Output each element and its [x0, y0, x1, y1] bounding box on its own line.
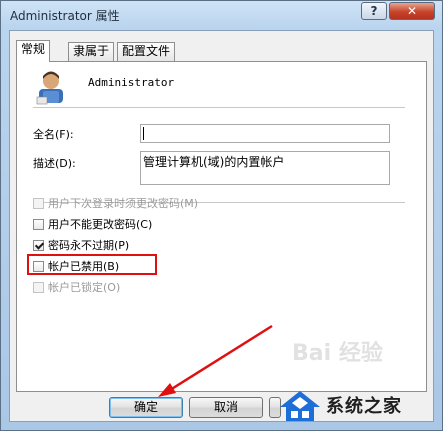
fullname-input[interactable] — [140, 124, 390, 143]
checkbox-box[interactable] — [33, 197, 44, 209]
description-label: 描述(D): — [33, 157, 76, 170]
site-watermark: 系统之家 — [278, 382, 438, 428]
checkbox-password-never-expires[interactable]: 密码永不过期(P) — [33, 237, 129, 253]
checkbox-box[interactable] — [33, 218, 44, 230]
tab-profile[interactable]: 配置文件 — [117, 42, 176, 61]
tab-member-of[interactable]: 隶属于 — [68, 42, 115, 61]
system-home-logo-icon — [280, 391, 320, 421]
tab-general[interactable]: 常规 — [16, 40, 51, 62]
user-name: Administrator — [88, 76, 175, 89]
checkbox-account-locked[interactable]: 帐户已锁定(O) — [33, 279, 120, 295]
window-title: Administrator 属性 — [10, 9, 120, 23]
watermark-text: 系统之家 — [326, 396, 402, 417]
baidu-watermark: Bai 经验 — [292, 341, 383, 366]
fullname-label: 全名(F): — [33, 128, 74, 141]
checkbox-must-change-password[interactable]: 用户下次登录时须更改密码(M) — [33, 195, 198, 211]
description-input[interactable]: 管理计算机(域)的内置帐户 — [140, 151, 390, 185]
checkbox-label: 用户不能更改密码(C) — [48, 218, 153, 231]
ok-button[interactable]: 确定 — [109, 397, 183, 418]
checkbox-label: 帐户已锁定(O) — [48, 281, 121, 294]
highlight-box — [27, 254, 157, 275]
separator — [33, 107, 405, 108]
checkbox-box[interactable] — [33, 239, 44, 251]
checkbox-box[interactable] — [33, 281, 44, 293]
help-button[interactable]: ? — [361, 2, 387, 20]
checkbox-cannot-change-password[interactable]: 用户不能更改密码(C) — [33, 216, 152, 232]
cancel-button[interactable]: 取消 — [189, 397, 263, 418]
user-icon — [36, 71, 63, 105]
title-bar[interactable]: Administrator 属性 ? ✕ — [1, 1, 442, 29]
close-button[interactable]: ✕ — [389, 2, 435, 20]
checkbox-label: 密码永不过期(P) — [48, 239, 130, 252]
text-caret — [143, 127, 144, 140]
checkbox-label: 用户下次登录时须更改密码(M) — [48, 197, 199, 210]
